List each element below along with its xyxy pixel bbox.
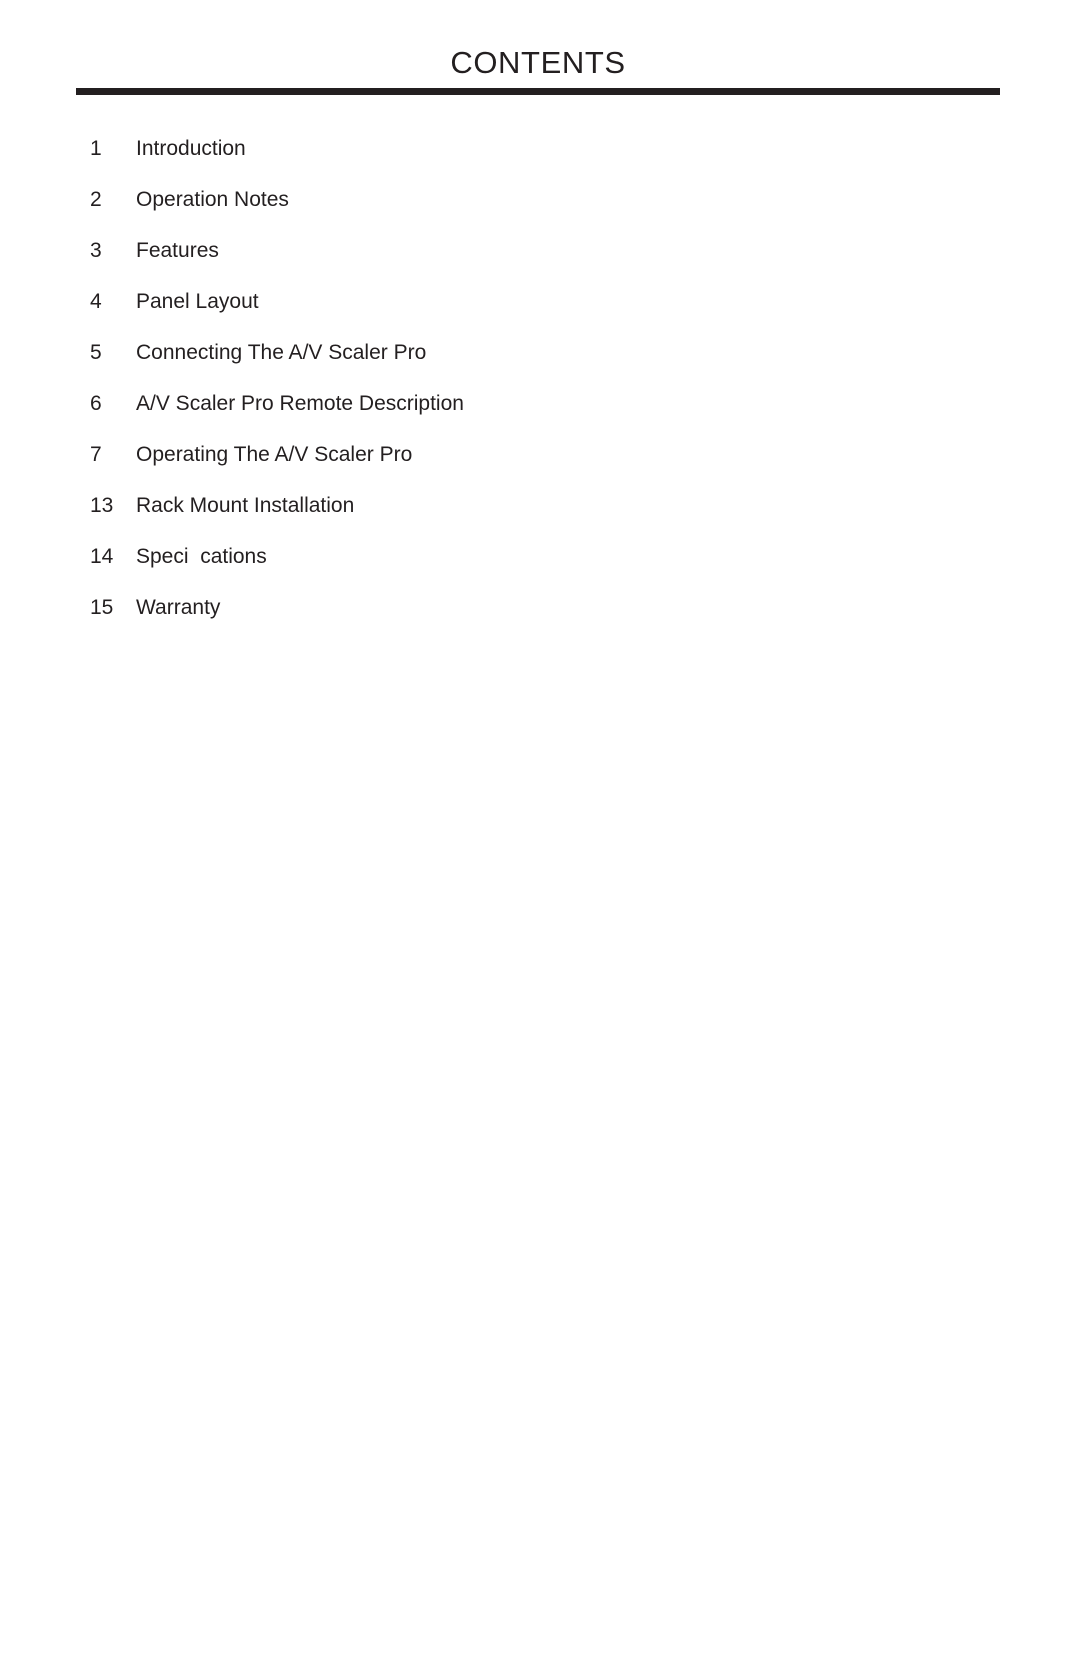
toc-entry-label: Operating The A/V Scaler Pro bbox=[136, 443, 413, 466]
toc-entry[interactable]: 2 Operation Notes bbox=[90, 186, 950, 237]
title-divider bbox=[76, 88, 1000, 95]
toc-entry[interactable]: 14 Speci cations bbox=[90, 543, 950, 594]
toc-entry-page-number: 5 bbox=[90, 341, 102, 364]
page-title: CONTENTS bbox=[450, 45, 626, 80]
toc-entry-label: Rack Mount Installation bbox=[136, 494, 355, 517]
toc-entry-label: Speci cations bbox=[136, 545, 267, 568]
toc-entry[interactable]: 5 Connecting The A/V Scaler Pro bbox=[90, 339, 950, 390]
toc-entry-label: Operation Notes bbox=[136, 188, 289, 211]
toc-entry[interactable]: 15 Warranty bbox=[90, 594, 950, 645]
toc-entry-page-number: 1 bbox=[90, 137, 102, 160]
toc-entry[interactable]: 4 Panel Layout bbox=[90, 288, 950, 339]
contents-page: CONTENTS 1 Introduction 2 Operation Notes 3 F… bbox=[0, 0, 1080, 1669]
toc-entry-label: Connecting The A/V Scaler Pro bbox=[136, 341, 427, 364]
toc-entry-page-number: 2 bbox=[90, 188, 102, 211]
table-of-contents: 1 Introduction 2 Operation Notes 3 Features 4 P… bbox=[90, 135, 950, 645]
toc-entry-page-number: 13 bbox=[90, 494, 114, 517]
toc-entry[interactable]: 7 Operating The A/V Scaler Pro bbox=[90, 441, 950, 492]
toc-entry-page-number: 15 bbox=[90, 596, 114, 619]
toc-entry-label: Warranty bbox=[136, 596, 221, 619]
toc-entry[interactable]: 1 Introduction bbox=[90, 135, 950, 186]
toc-entry-label: A/V Scaler Pro Remote Description bbox=[136, 392, 464, 415]
toc-entry[interactable]: 3 Features bbox=[90, 237, 950, 288]
toc-entry-label: Panel Layout bbox=[136, 290, 259, 313]
toc-entry-label: Features bbox=[136, 239, 219, 262]
toc-entry[interactable]: 6 A/V Scaler Pro Remote Description bbox=[90, 390, 950, 441]
toc-entry-label: Introduction bbox=[136, 137, 246, 160]
page-header: CONTENTS bbox=[76, 44, 1000, 95]
toc-entry-page-number: 4 bbox=[90, 290, 102, 313]
toc-entry-page-number: 7 bbox=[90, 443, 102, 466]
toc-entry-page-number: 3 bbox=[90, 239, 102, 262]
toc-entry-page-number: 6 bbox=[90, 392, 102, 415]
toc-entry[interactable]: 13 Rack Mount Installation bbox=[90, 492, 950, 543]
toc-entry-page-number: 14 bbox=[90, 545, 114, 568]
